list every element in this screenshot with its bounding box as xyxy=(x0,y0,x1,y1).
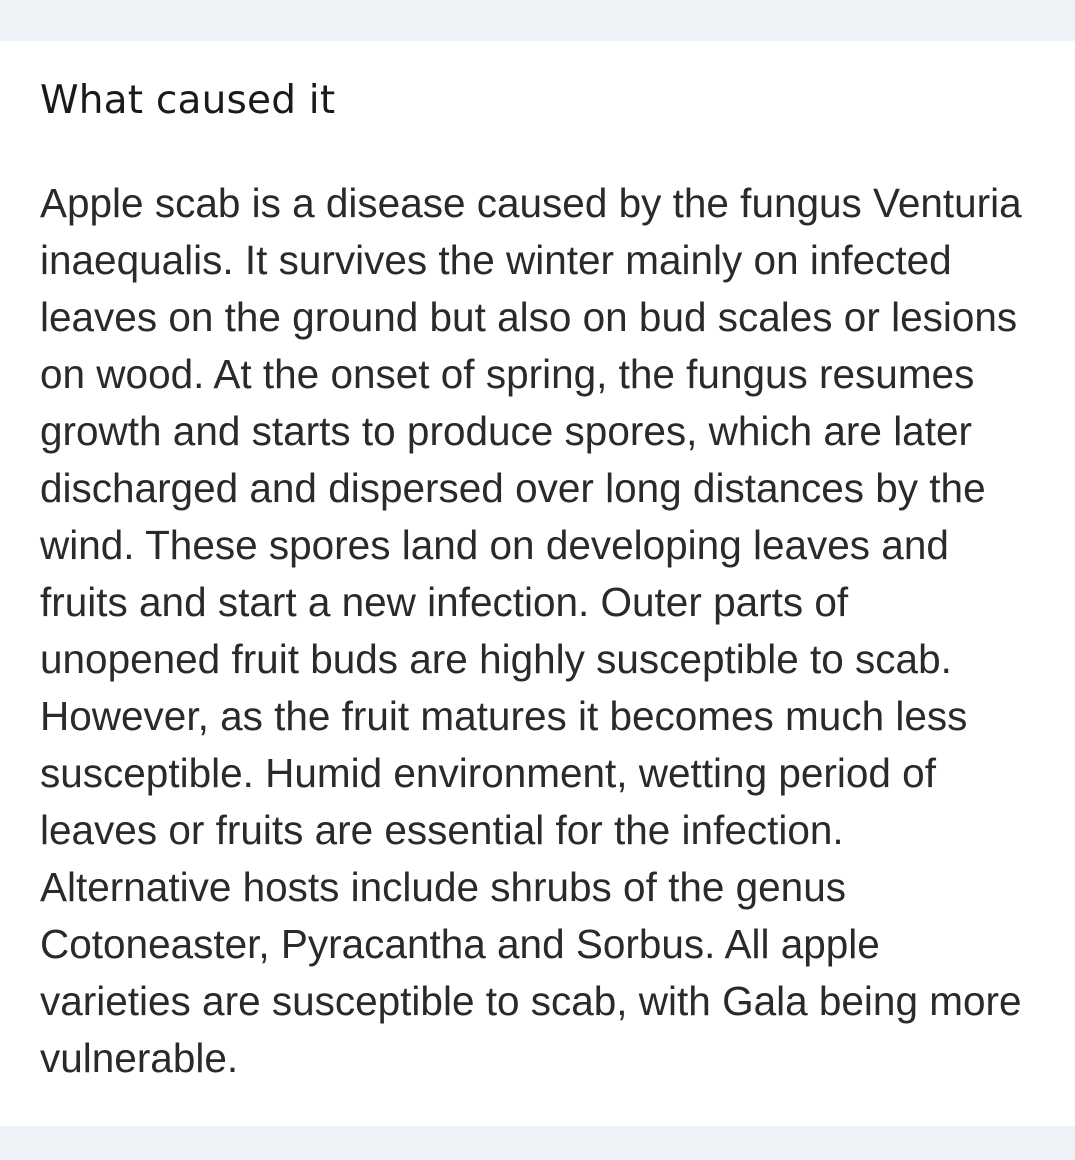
section-body-text: Apple scab is a disease caused by the fu… xyxy=(40,180,1022,1081)
content-card: What caused it Apple scab is a disease c… xyxy=(0,41,1075,1126)
bottom-background-band xyxy=(0,1126,1075,1160)
top-background-band xyxy=(0,0,1075,41)
section-title: What caused it xyxy=(40,78,336,123)
